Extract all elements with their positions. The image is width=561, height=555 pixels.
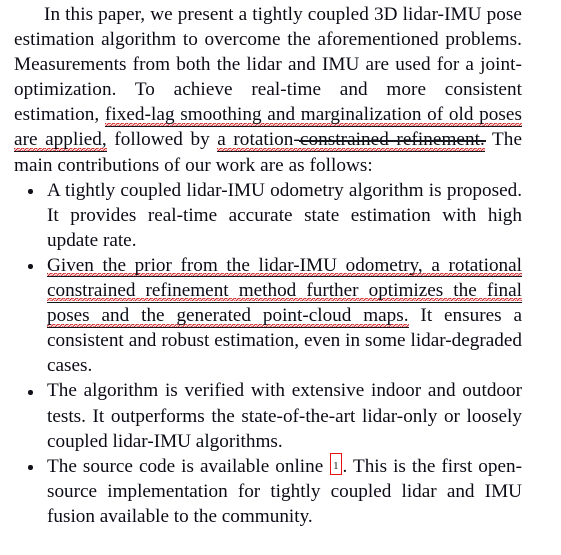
struck-through-phrase: constrained refinement. [299,129,485,152]
citation-reference-box[interactable]: 1 [330,452,342,475]
bullet-3-text: The algorithm is verified with extensive… [47,380,522,452]
paper-page: In this paper, we present a tightly coup… [0,0,561,555]
bullet-4-lead-text: The source code is available online [47,455,330,477]
list-item: Given the prior from the lidar-IMU odome… [14,253,522,378]
bullet-icon [28,389,33,395]
bullet-icon [28,264,33,270]
intro-paragraph: In this paper, we present a tightly coup… [14,2,522,178]
list-item: The algorithm is verified with extensive… [14,378,522,453]
citation-number: 1 [333,460,339,472]
bullet-1-text: A tightly coupled lidar-IMU odometry alg… [47,179,522,251]
list-item: A tightly coupled lidar-IMU odometry alg… [14,178,522,253]
edited-underlined-phrase-2: a rotation- [217,129,300,152]
bullet-icon [28,465,33,470]
text-column: In this paper, we present a tightly coup… [14,2,522,529]
bullet-icon [28,189,33,194]
intro-mid-text: followed by [106,129,218,151]
contributions-list: A tightly coupled lidar-IMU odometry alg… [14,178,522,529]
list-item: The source code is available online 1. T… [14,452,522,529]
